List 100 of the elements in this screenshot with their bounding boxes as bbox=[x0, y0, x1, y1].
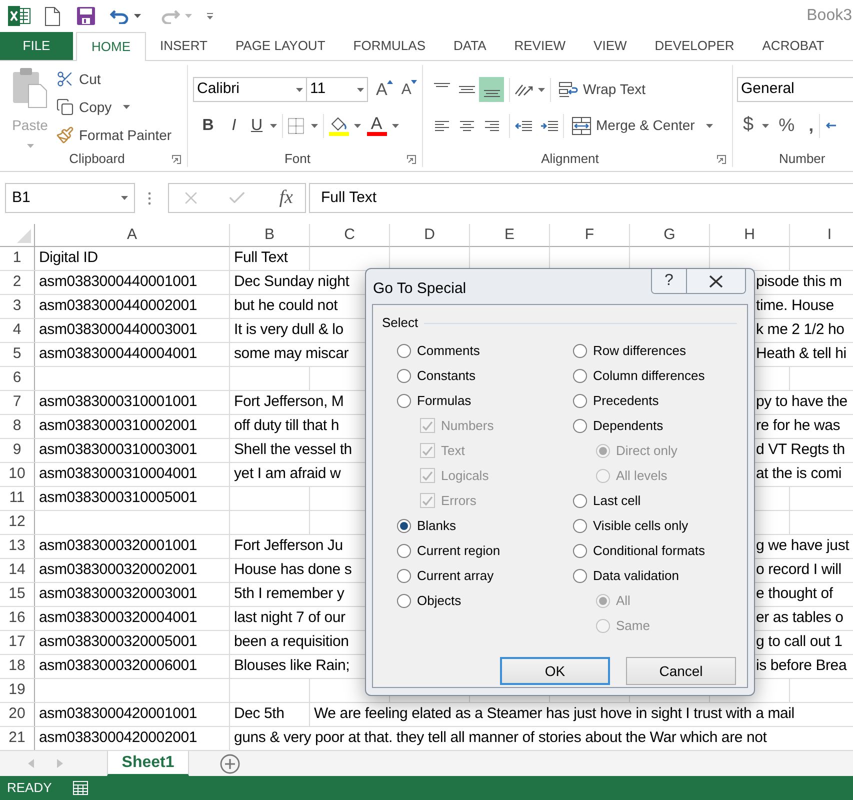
font-color-button[interactable]: A bbox=[366, 116, 399, 136]
add-sheet-icon[interactable] bbox=[220, 754, 240, 774]
radio-button[interactable] bbox=[573, 394, 587, 408]
column-header[interactable]: H bbox=[710, 224, 790, 247]
radio-label[interactable]: Last cell bbox=[593, 490, 641, 510]
row-header[interactable]: 10 bbox=[0, 463, 35, 486]
insert-function-button[interactable]: fx bbox=[279, 184, 293, 212]
underline-button[interactable]: U bbox=[251, 114, 277, 138]
number-format-dropdown[interactable]: General bbox=[737, 77, 853, 102]
ribbon-tab[interactable]: REVIEW bbox=[500, 32, 580, 60]
radio-button[interactable] bbox=[397, 344, 411, 358]
radio-label[interactable]: Conditional formats bbox=[593, 540, 705, 560]
radio-label[interactable]: Dependents bbox=[593, 416, 664, 436]
row-header[interactable]: 7 bbox=[0, 391, 35, 414]
orientation-button[interactable] bbox=[515, 83, 545, 96]
row-header[interactable]: 13 bbox=[0, 535, 35, 558]
row-header[interactable]: 3 bbox=[0, 295, 35, 318]
percent-button[interactable]: % bbox=[778, 112, 795, 139]
ribbon-tab[interactable]: ACROBAT bbox=[748, 32, 838, 60]
close-button[interactable] bbox=[686, 269, 745, 293]
file-tab[interactable]: FILE bbox=[0, 32, 73, 60]
radio-button[interactable] bbox=[397, 518, 411, 532]
row-header[interactable]: 15 bbox=[0, 583, 35, 606]
column-header[interactable]: F bbox=[550, 224, 630, 247]
column-header[interactable]: I bbox=[790, 224, 853, 247]
radio-button[interactable] bbox=[573, 544, 587, 558]
column-header[interactable]: E bbox=[470, 224, 550, 247]
row-header[interactable]: 1 bbox=[0, 247, 35, 270]
shrink-font-button[interactable]: A bbox=[401, 80, 418, 100]
radio-label[interactable]: Visible cells only bbox=[593, 516, 688, 536]
ribbon-tab[interactable]: DATA bbox=[440, 32, 500, 60]
vertical-dots-icon[interactable] bbox=[148, 192, 151, 204]
ok-button[interactable]: OK bbox=[500, 657, 610, 685]
radio-label[interactable]: Column differences bbox=[593, 366, 705, 386]
ribbon-tab[interactable]: PAGE LAYOUT bbox=[221, 32, 340, 60]
row-header[interactable]: 5 bbox=[0, 343, 35, 366]
comma-button[interactable]: , bbox=[808, 112, 814, 139]
name-box[interactable]: B1 bbox=[5, 183, 135, 213]
macro-recording-icon[interactable] bbox=[72, 781, 88, 795]
ribbon-tab[interactable]: DEVELOPER bbox=[640, 32, 748, 60]
row-header[interactable]: 6 bbox=[0, 367, 35, 390]
row-header[interactable]: 8 bbox=[0, 415, 35, 438]
column-header[interactable]: B bbox=[230, 224, 310, 247]
radio-button[interactable] bbox=[573, 344, 587, 358]
row-header[interactable]: 18 bbox=[0, 655, 35, 678]
help-button[interactable]: ? bbox=[652, 269, 686, 293]
row-header[interactable]: 17 bbox=[0, 631, 35, 654]
ribbon-tab[interactable]: FORMULAS bbox=[339, 32, 440, 60]
wrap-text-button[interactable]: Wrap Text bbox=[559, 79, 646, 100]
cancel-button[interactable]: Cancel bbox=[626, 657, 736, 685]
row-header[interactable]: 12 bbox=[0, 511, 35, 534]
column-header[interactable]: G bbox=[630, 224, 710, 247]
row-header[interactable]: 4 bbox=[0, 319, 35, 342]
row-header[interactable]: 9 bbox=[0, 439, 35, 462]
column-header[interactable]: D bbox=[390, 224, 470, 247]
radio-label[interactable]: Objects bbox=[417, 590, 462, 610]
bold-button[interactable]: B bbox=[199, 114, 217, 138]
row-header[interactable]: 16 bbox=[0, 607, 35, 630]
grow-font-button[interactable]: A bbox=[376, 80, 394, 100]
vertical-align-button[interactable] bbox=[479, 77, 504, 102]
increase-indent-icon[interactable] bbox=[541, 120, 558, 130]
radio-label[interactable]: Precedents bbox=[593, 390, 659, 410]
column-header[interactable]: C bbox=[310, 224, 390, 247]
radio-button[interactable] bbox=[397, 544, 411, 558]
radio-button[interactable] bbox=[573, 494, 587, 508]
radio-button[interactable] bbox=[397, 568, 411, 582]
radio-button[interactable] bbox=[573, 518, 587, 532]
undo-icon[interactable] bbox=[110, 8, 129, 24]
dialog-launcher-icon[interactable] bbox=[407, 154, 416, 164]
decimal-arrow-icon[interactable] bbox=[824, 122, 837, 129]
radio-label[interactable]: Row differences bbox=[593, 340, 686, 360]
currency-button[interactable]: $ bbox=[743, 111, 769, 140]
row-header[interactable]: 19 bbox=[0, 679, 35, 702]
radio-button[interactable] bbox=[573, 418, 587, 432]
row-header[interactable]: 20 bbox=[0, 703, 35, 726]
format-painter-button[interactable]: Format Painter bbox=[56, 121, 172, 149]
radio-label[interactable]: Blanks bbox=[417, 516, 456, 536]
ribbon-tab[interactable]: HOME bbox=[76, 32, 146, 61]
formula-input[interactable]: Full Text bbox=[309, 183, 853, 213]
row-header[interactable]: 2 bbox=[0, 271, 35, 294]
merge-center-button[interactable]: Merge & Center bbox=[572, 115, 713, 136]
ribbon-tab[interactable]: VIEW bbox=[580, 32, 641, 60]
radio-button[interactable] bbox=[573, 368, 587, 382]
radio-label[interactable]: Formulas bbox=[417, 390, 472, 410]
sheet-tab[interactable]: Sheet1 bbox=[107, 751, 189, 776]
radio-button[interactable] bbox=[397, 394, 411, 408]
fill-color-button[interactable] bbox=[328, 116, 361, 136]
dialog-launcher-icon[interactable] bbox=[717, 154, 726, 164]
font-name-dropdown[interactable]: Calibri bbox=[193, 77, 307, 102]
row-header[interactable]: 14 bbox=[0, 559, 35, 582]
save-icon[interactable] bbox=[77, 7, 95, 25]
dialog-launcher-icon[interactable] bbox=[172, 154, 181, 164]
radio-label[interactable]: Data validation bbox=[593, 566, 679, 586]
radio-label[interactable]: Current array bbox=[417, 566, 494, 586]
copy-button[interactable]: Copy bbox=[56, 93, 172, 121]
borders-button[interactable] bbox=[288, 118, 318, 134]
new-file-icon[interactable] bbox=[45, 6, 60, 26]
radio-label[interactable]: Comments bbox=[417, 340, 480, 360]
customize-toolbar-icon[interactable] bbox=[206, 12, 214, 20]
row-header[interactable]: 21 bbox=[0, 727, 35, 750]
